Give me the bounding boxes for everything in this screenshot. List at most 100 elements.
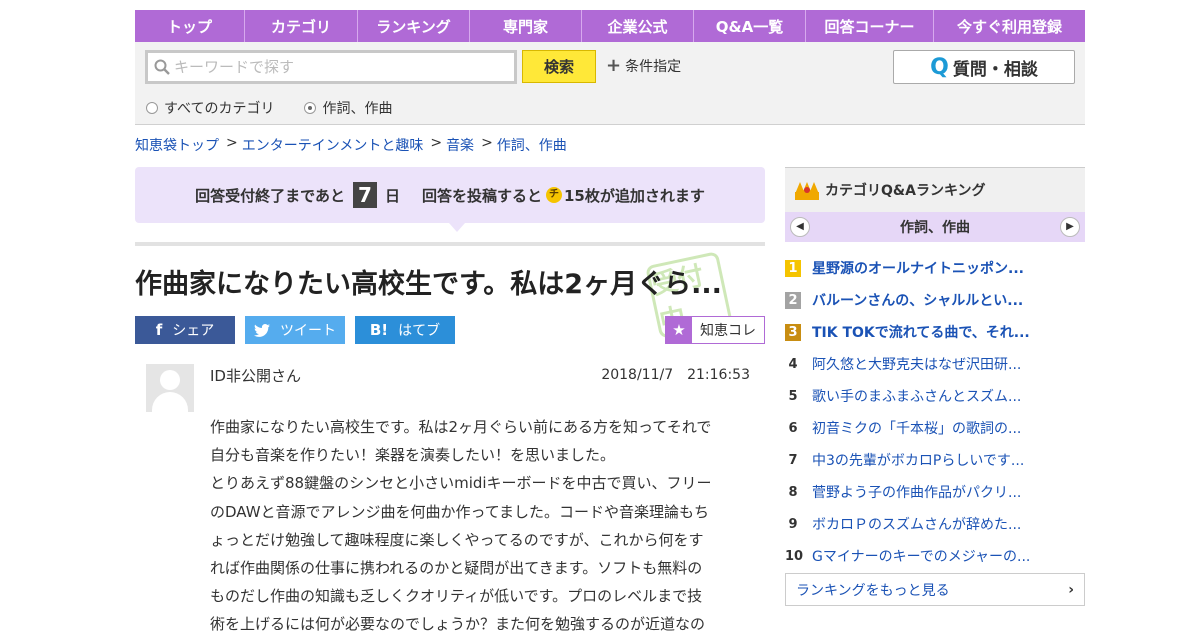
- body-line: ょっとだけ勉強して趣味程度に楽しくやってるのですが、これから何をす: [210, 530, 704, 549]
- chevron-right-icon: ›: [1068, 581, 1074, 598]
- question-title: 作曲家になりたい高校生です。私は2ヶ月ぐら...: [135, 269, 722, 300]
- ranking-link[interactable]: TIK TOKで流れてる曲で、それ...: [812, 322, 1030, 342]
- facebook-icon: f: [155, 321, 163, 339]
- ranking-title: カテゴリQ&Aランキング: [825, 183, 986, 199]
- condition-label: 条件指定: [625, 59, 682, 75]
- global-nav: トップ カテゴリ ランキング 専門家 企業公式 Q&A一覧 回答コーナー 今すぐ…: [135, 10, 1085, 42]
- search-box: [145, 50, 517, 84]
- rank-number: 10: [785, 548, 804, 564]
- breadcrumb-entertainment[interactable]: エンターテインメントと趣味: [242, 135, 424, 155]
- share-facebook-button[interactable]: f シェア: [135, 316, 235, 344]
- twitter-icon: [254, 323, 270, 337]
- ranking-category: 作詞、作曲: [900, 220, 970, 236]
- ask-question-label: 質問・相談: [952, 59, 1038, 80]
- radio-dot-selected: [304, 102, 317, 114]
- q-icon: Q: [930, 54, 949, 80]
- ask-question-button[interactable]: Q 質問・相談: [893, 50, 1075, 84]
- avatar-body: [152, 392, 188, 412]
- ranking-item[interactable]: 8 菅野よう子の作曲作品がパクリ...: [785, 476, 1085, 508]
- body-line: のDAWと音源でアレンジ曲を何曲か作ってました。コードや音楽理論もち: [210, 502, 710, 521]
- share-hatena-button[interactable]: B! はてブ: [355, 316, 455, 344]
- breadcrumb: 知恵袋トップ > エンターテインメントと趣味 > 音楽 > 作詞、作曲: [135, 135, 567, 155]
- rank-number: 6: [788, 420, 798, 436]
- ranking-link[interactable]: 歌い手のまふまふさんとスズム...: [812, 386, 1021, 406]
- breadcrumb-sep: >: [226, 135, 238, 151]
- post-date: 2018/11/7 21:16:53: [601, 367, 750, 383]
- plus-icon: +: [606, 55, 622, 76]
- body-line: 自分も音楽を作りたい！楽器を演奏したい！を思いました。: [210, 446, 616, 465]
- ranking-more-button[interactable]: ランキングをもっと見る ›: [785, 573, 1085, 606]
- deadline-notice: 回答受付終了まであと 7 日 回答を投稿すると チ 15枚が追加されます: [135, 167, 765, 223]
- star-icon: ★: [666, 317, 692, 343]
- nav-register[interactable]: 今すぐ利用登録: [934, 10, 1085, 42]
- chiekore-label: 知恵コレ: [700, 323, 756, 339]
- category-scope: すべてのカテゴリ 作詞、作曲: [146, 98, 422, 118]
- body-line: れば作曲関係の仕事に携われるのかと疑問が出てきます。ソフトも無料の: [210, 559, 703, 578]
- breadcrumb-sep: >: [430, 135, 443, 151]
- ranking-item[interactable]: 1 星野源のオールナイトニッポン...: [785, 252, 1085, 284]
- body-line: 作曲家になりたい高校生です。私は2ヶ月ぐらい前にある方を知ってそれで: [210, 418, 712, 436]
- rank-number: 8: [788, 484, 798, 500]
- search-area: 検索 + 条件指定 Q 質問・相談 すべてのカテゴリ 作詞、作曲: [135, 42, 1085, 125]
- ranking-link[interactable]: 阿久悠と大野克夫はなぜ沢田研...: [812, 354, 1021, 374]
- share-facebook-label: シェア: [172, 323, 215, 339]
- coin-icon: チ: [546, 187, 562, 203]
- breadcrumb-top[interactable]: 知恵袋トップ: [135, 135, 219, 155]
- search-icon: [154, 59, 170, 75]
- share-hatena-label: はてブ: [398, 323, 441, 339]
- radio-dot: [146, 102, 158, 114]
- ranking-link[interactable]: 星野源のオールナイトニッポン...: [812, 258, 1024, 278]
- ranking-list: 1 星野源のオールナイトニッポン... 2 バルーンさんの、シャルルとい... 3T…: [785, 252, 1085, 572]
- ranking-link[interactable]: Gマイナーのキーでのメジャーの...: [812, 546, 1030, 566]
- ranking-link[interactable]: バルーンさんの、シャルルとい...: [812, 290, 1023, 310]
- ranking-link[interactable]: 菅野よう子の作曲作品がパクリ...: [812, 482, 1021, 502]
- condition-toggle[interactable]: + 条件指定: [606, 56, 681, 76]
- nav-official[interactable]: 企業公式: [582, 10, 694, 42]
- radio-current-category[interactable]: 作詞、作曲: [304, 98, 392, 118]
- ranking-item[interactable]: 4 阿久悠と大野克夫はなぜ沢田研...: [785, 348, 1085, 380]
- breadcrumb-composition[interactable]: 作詞、作曲: [497, 135, 567, 155]
- next-category-button[interactable]: ▶: [1060, 217, 1080, 237]
- nav-ranking[interactable]: ランキング: [358, 10, 470, 42]
- ranking-item[interactable]: 5 歌い手のまふまふさんとスズム...: [785, 380, 1085, 412]
- ranking-link[interactable]: 初音ミクの「千本桜」の歌詞の...: [812, 418, 1021, 438]
- ranking-item[interactable]: 3 TIK TOKで流れてる曲で、それ...: [785, 316, 1085, 348]
- rank-number: 3: [785, 323, 801, 341]
- hatena-icon: B!: [369, 321, 389, 339]
- search-button[interactable]: 検索: [522, 50, 596, 83]
- radio-current-label: 作詞、作曲: [322, 101, 393, 117]
- nav-experts[interactable]: 専門家: [470, 10, 582, 42]
- ranking-link[interactable]: ボカロＰのスズムさんが辞めた...: [812, 514, 1021, 534]
- rank-number: 9: [788, 516, 798, 532]
- ranking-item[interactable]: 7 中3の先輩がボカロPらしいです...: [785, 444, 1085, 476]
- user-name: ID非公開さん: [210, 367, 301, 385]
- search-input[interactable]: [174, 58, 504, 76]
- nav-top[interactable]: トップ: [135, 10, 245, 42]
- nav-qa-list[interactable]: Q&A一覧: [694, 10, 806, 42]
- nav-category[interactable]: カテゴリ: [245, 10, 358, 42]
- ranking-item[interactable]: 10 Gマイナーのキーでのメジャーの...: [785, 540, 1085, 572]
- ranking-item[interactable]: 2 バルーンさんの、シャルルとい...: [785, 284, 1085, 316]
- share-twitter-button[interactable]: ツイート: [245, 316, 345, 344]
- ranking-item[interactable]: 9 ボカロＰのスズムさんが辞めた...: [785, 508, 1085, 540]
- prev-category-button[interactable]: ◀: [790, 217, 810, 237]
- question-body: 作曲家になりたい高校生です。私は2ヶ月ぐらい前にある方を知ってそれで 自分も音楽…: [210, 413, 755, 639]
- chiekore-button[interactable]: ★ 知恵コレ: [665, 316, 765, 344]
- notice-tail: [449, 223, 465, 232]
- body-line: 術を上げるには何が必要なのでしょうか？また何を勉強するのが近道なの: [210, 615, 706, 634]
- divider: [135, 242, 765, 246]
- breadcrumb-music[interactable]: 音楽: [446, 135, 474, 155]
- notice-unit: 日: [384, 186, 400, 205]
- rank-number: 2: [785, 291, 801, 309]
- rank-number: 1: [785, 259, 801, 277]
- rank-number: 7: [788, 452, 798, 468]
- radio-all-categories[interactable]: すべてのカテゴリ: [146, 98, 274, 118]
- notice-prefix: 回答受付終了まであと: [195, 186, 345, 205]
- ranking-item[interactable]: 6 初音ミクの「千本桜」の歌詞の...: [785, 412, 1085, 444]
- ranking-link[interactable]: 中3の先輩がボカロPらしいです...: [812, 450, 1024, 470]
- ranking-more-label: ランキングをもっと見る: [796, 582, 950, 599]
- radio-all-label: すべてのカテゴリ: [164, 101, 275, 117]
- ranking-category-bar: ◀ 作詞、作曲 ▶: [785, 212, 1085, 242]
- rank-number: 5: [788, 388, 798, 404]
- nav-answer-corner[interactable]: 回答コーナー: [806, 10, 934, 42]
